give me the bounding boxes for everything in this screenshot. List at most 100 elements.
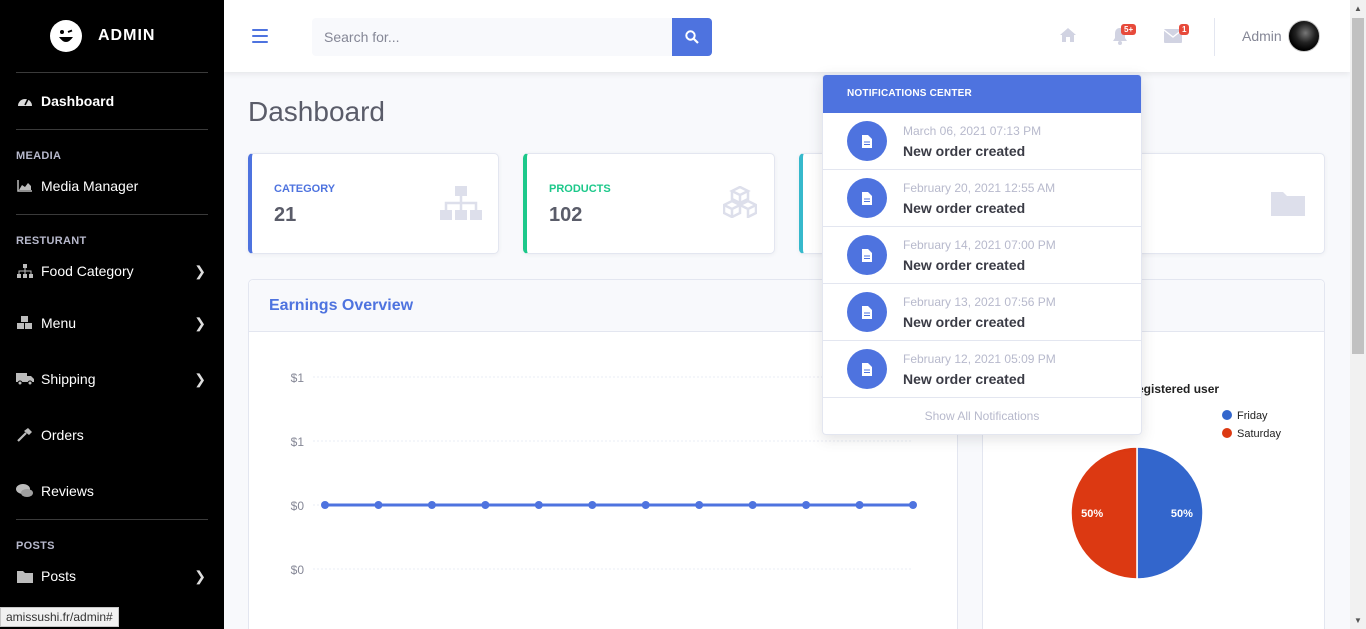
notifications-list: March 06, 2021 07:13 PM New order created… [823,113,1141,398]
scrollbar-thumb[interactable] [1352,18,1364,354]
sidebar-item-media-manager[interactable]: Media Manager [0,162,224,210]
file-alt-icon [847,121,887,161]
section-heading: MEADIA [16,150,62,162]
status-url: amissushi.fr/admin# [0,607,119,627]
messages-count-badge: 1 [1179,24,1190,35]
sidebar-item-reviews[interactable]: Reviews [0,463,224,519]
sidebar-toggle-bars-icon[interactable] [252,29,268,43]
user-name[interactable]: Admin [1242,28,1282,44]
laugh-wink-icon [50,20,82,52]
notifications-header: NOTIFICATIONS CENTER [823,75,1141,113]
section-heading: RESTURANT [16,235,87,247]
notification-body: February 20, 2021 12:55 AM New order crea… [903,181,1055,216]
show-all-notifications-link[interactable]: Show All Notifications [823,398,1141,434]
messages-button[interactable]: 1 [1163,24,1190,48]
notification-date: February 12, 2021 05:09 PM [903,351,1056,366]
sidebar-item-label: Posts [41,568,77,584]
sidebar-item-dashboard[interactable]: Dashboard [0,73,224,129]
earnings-data-point[interactable] [481,501,490,509]
earnings-data-point[interactable] [855,501,864,509]
legend-label[interactable]: Friday [1237,410,1268,422]
notification-date: February 14, 2021 07:00 PM [903,237,1056,252]
notification-body: February 13, 2021 07:56 PM New order crea… [903,295,1056,330]
sidebar-item-food-category[interactable]: Food Category ❯ [0,247,224,295]
brand[interactable]: ADMIN [0,0,224,72]
search-button[interactable] [672,18,712,56]
brand-name: ADMIN [98,27,156,44]
notification-date: February 20, 2021 12:55 AM [903,180,1056,195]
sidebar: ADMIN Dashboard MEADIA Media Manager RES… [0,0,224,629]
notification-text: New order created [903,256,1026,273]
notification-text: New order created [903,199,1026,216]
legend-label[interactable]: Saturday [1237,428,1282,440]
notification-item[interactable]: February 14, 2021 07:00 PM New order crea… [823,227,1141,284]
search-form [312,18,712,56]
legend-swatch [1222,428,1232,438]
notification-item[interactable]: March 06, 2021 07:13 PM New order created [823,113,1141,170]
page-title: Dashboard [248,96,385,127]
chevron-right-icon: ❯ [194,567,206,584]
sidebar-item-label: Dashboard [41,93,115,109]
sidebar-item-orders[interactable]: Orders [0,407,224,463]
earnings-data-point[interactable] [534,501,543,509]
alerts-button[interactable]: 5+ [1112,24,1137,50]
card-title: PRODUCTS [549,183,611,195]
notification-body: February 12, 2021 05:09 PM New order crea… [903,352,1056,387]
y-tick-label: $1 [291,371,305,385]
topbar: 5+ 1 Admin [224,0,1350,72]
avatar[interactable] [1288,20,1320,52]
y-tick-label: $1 [291,435,305,449]
earnings-data-point[interactable] [748,501,757,509]
notification-item[interactable]: February 20, 2021 12:55 AM New order crea… [823,170,1141,227]
sidebar-item-posts[interactable]: Posts ❯ [0,552,224,600]
earnings-data-point[interactable] [695,501,704,509]
earnings-data-point[interactable] [321,501,329,509]
notification-item[interactable]: February 12, 2021 05:09 PM New order crea… [823,341,1141,398]
folder-icon [16,569,34,583]
page-scrollbar[interactable]: ▲ ▼ [1350,0,1366,629]
sidebar-item-label: Reviews [41,483,94,499]
file-alt-icon [847,349,887,389]
section-heading: POSTS [16,540,55,552]
notification-date: February 13, 2021 07:56 PM [903,294,1056,309]
earnings-data-point[interactable] [427,501,436,509]
y-tick-label: $0 [291,563,305,577]
hammer-icon [16,428,34,442]
search-input[interactable] [312,18,672,56]
scroll-down-arrow-icon[interactable]: ▼ [1354,616,1362,625]
earnings-data-point[interactable] [802,501,811,509]
earnings-data-point[interactable] [588,501,597,509]
sidebar-item-label: Menu [41,315,77,331]
folder-icon [1271,190,1305,221]
notification-item[interactable]: February 13, 2021 07:56 PM New order crea… [823,284,1141,341]
card-title: CATEGORY [274,183,336,195]
sidebar-item-menu[interactable]: Menu ❯ [0,295,224,351]
sidebar-item-label: Orders [41,427,84,443]
earnings-data-point[interactable] [641,501,650,509]
chart-area-icon [16,179,34,193]
sitemap-icon [16,264,34,278]
products-card: PRODUCTS 102 [523,153,775,254]
y-tick-label: $0 [291,499,305,513]
card-value: 21 [274,204,297,226]
cubes-icon [16,316,34,330]
cubes-icon [721,185,759,223]
sidebar-item-label: Media Manager [41,178,139,194]
sidebar-item-label: Food Category [41,263,134,279]
home-icon[interactable] [1059,27,1077,48]
file-alt-icon [847,235,887,275]
notification-text: New order created [903,142,1026,159]
pie-slice-label: 50% [1081,508,1103,520]
file-alt-icon [847,292,887,332]
chevron-right-icon: ❯ [194,370,206,387]
notification-text: New order created [903,313,1026,330]
legend-swatch [1222,410,1232,420]
scroll-up-arrow-icon[interactable]: ▲ [1354,4,1362,13]
tachometer-icon [16,94,34,108]
notification-text: New order created [903,370,1026,387]
sidebar-item-shipping[interactable]: Shipping ❯ [0,351,224,407]
earnings-data-point[interactable] [909,501,917,509]
pie-slice-label: 50% [1171,508,1193,520]
comments-icon [16,484,34,498]
earnings-data-point[interactable] [374,501,383,509]
